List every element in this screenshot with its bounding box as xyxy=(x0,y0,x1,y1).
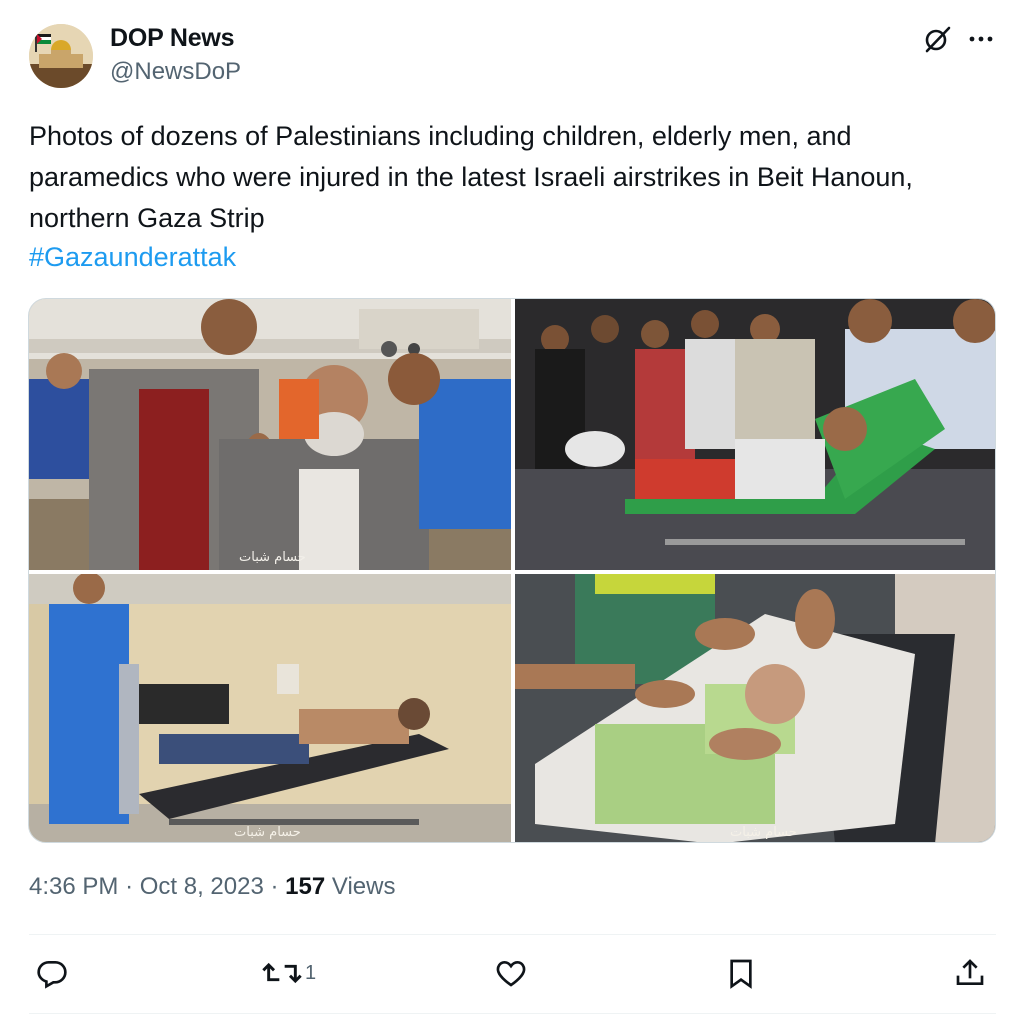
views-label: Views xyxy=(331,873,396,900)
meta-separator-2: · xyxy=(270,873,279,900)
photo-1[interactable]: حسام شبات xyxy=(29,299,511,570)
divider-bottom xyxy=(29,1013,996,1014)
photo-2[interactable] xyxy=(515,299,995,570)
hashtag-link[interactable]: #Gazaunderattak xyxy=(29,237,236,278)
reply-button[interactable] xyxy=(36,955,68,991)
photo-3[interactable]: حسام شبات xyxy=(29,574,511,842)
heart-icon xyxy=(496,960,526,987)
author-handle[interactable]: @NewsDoP xyxy=(110,58,241,86)
tweet-time[interactable]: 4:36 PM xyxy=(29,873,118,900)
bookmark-icon xyxy=(730,959,752,989)
photo-3-watermark: حسام شبات xyxy=(234,825,301,840)
photo-1-watermark: حسام شبات xyxy=(239,550,306,565)
author-avatar[interactable] xyxy=(29,24,93,88)
bookmark-button[interactable] xyxy=(725,955,757,991)
retweet-button[interactable]: 1 xyxy=(262,955,316,991)
tweet-card: DOP News @NewsDoP Photos of dozens of Pa… xyxy=(0,0,1024,1015)
retweet-icon xyxy=(262,962,302,984)
share-button[interactable] xyxy=(954,955,986,991)
tweet-text: Photos of dozens of Palestinians includi… xyxy=(29,121,913,233)
divider xyxy=(29,934,996,935)
retweet-count: 1 xyxy=(305,961,317,984)
views-count: 157 xyxy=(285,873,326,900)
author-display-name[interactable]: DOP News xyxy=(110,24,235,53)
meta-separator: · xyxy=(125,873,134,900)
share-icon xyxy=(956,959,984,985)
photo-4[interactable]: حسام شبات xyxy=(515,574,995,842)
like-button[interactable] xyxy=(495,955,527,991)
more-options-icon[interactable] xyxy=(966,24,996,54)
photo-4-watermark: حسام شبات xyxy=(730,825,797,840)
tweet-meta: 4:36 PM · Oct 8, 2023 · 157 Views xyxy=(29,873,395,901)
tweet-date[interactable]: Oct 8, 2023 xyxy=(140,873,264,900)
media-grid: حسام شبات حسام شبات حسام شبات xyxy=(28,298,996,843)
reply-icon xyxy=(37,961,67,989)
grok-icon[interactable] xyxy=(922,24,952,54)
